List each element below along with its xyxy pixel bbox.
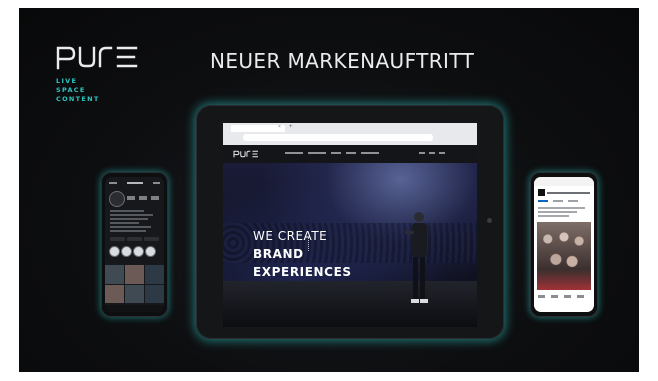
stat-following[interactable] <box>151 196 159 200</box>
post-grid <box>105 265 164 303</box>
tab-about[interactable] <box>553 200 563 202</box>
tablet-camera <box>487 218 492 223</box>
profile-avatar[interactable] <box>110 192 124 206</box>
profile-buttons <box>110 237 159 241</box>
profile-stats <box>127 196 159 200</box>
contact-button[interactable] <box>144 237 159 241</box>
comment-icon[interactable] <box>551 295 558 298</box>
story-highlight[interactable] <box>122 247 131 256</box>
post-thumb[interactable] <box>125 284 144 303</box>
follow-button[interactable] <box>110 237 125 241</box>
browser-tab[interactable] <box>231 125 285 132</box>
browser-chrome: × + <box>223 123 477 145</box>
nav-link[interactable] <box>361 152 379 154</box>
tab-jobs[interactable] <box>568 200 578 202</box>
stat-followers[interactable] <box>139 196 147 200</box>
hero-line-3: EXPERIENCES <box>253 265 352 279</box>
company-logo[interactable] <box>538 189 545 196</box>
website-logo[interactable] <box>233 150 259 158</box>
hero-line-2: BRAND <box>253 247 304 261</box>
story-highlight[interactable] <box>134 247 143 256</box>
menu-icon[interactable] <box>439 152 445 154</box>
stage-image <box>223 281 477 327</box>
nav-link[interactable] <box>308 152 326 154</box>
linkedin-screen <box>534 177 594 312</box>
story-highlights <box>110 247 155 256</box>
story-highlight[interactable] <box>146 247 155 256</box>
tagline-content: CONTENT <box>56 95 100 103</box>
tablet-mockup: × + WE CREATE BRAND EXPERIENCES <box>196 105 504 339</box>
post-thumb[interactable] <box>105 265 124 284</box>
stat-posts[interactable] <box>127 196 135 200</box>
message-button[interactable] <box>127 237 142 241</box>
hero-text: WE CREATE BRAND EXPERIENCES <box>253 229 352 279</box>
post-thumb[interactable] <box>125 265 144 284</box>
slide-headline: NEUER MARKENAUFTRITT <box>210 49 475 73</box>
website-nav-links <box>285 152 379 154</box>
instagram-screen <box>105 177 164 312</box>
post-header <box>538 189 590 196</box>
brand-tagline: LIVE SPACE CONTENT <box>56 77 100 104</box>
tab-posts[interactable] <box>538 200 548 202</box>
instagram-header <box>109 182 160 184</box>
phone-mockup-linkedin <box>530 172 598 317</box>
post-thumb[interactable] <box>145 265 164 284</box>
profile-bio <box>110 210 158 234</box>
new-tab-icon[interactable]: + <box>289 124 293 130</box>
presentation-slide: LIVE SPACE CONTENT NEUER MARKENAUFTRITT … <box>19 8 639 372</box>
nav-link[interactable] <box>285 152 303 154</box>
story-highlight[interactable] <box>110 247 119 256</box>
social-icon[interactable] <box>429 152 435 154</box>
company-name-placeholder <box>547 191 590 194</box>
website-nav <box>223 145 477 163</box>
close-tab-icon[interactable]: × <box>278 124 281 130</box>
send-icon[interactable] <box>577 295 584 298</box>
share-icon[interactable] <box>564 295 571 298</box>
tablet-screen: × + WE CREATE BRAND EXPERIENCES <box>223 123 477 327</box>
instagram-tab-bar <box>105 305 164 312</box>
like-icon[interactable] <box>538 295 545 298</box>
tagline-live: LIVE <box>56 77 78 85</box>
speaker-figure <box>405 212 428 303</box>
nav-link[interactable] <box>346 152 356 154</box>
post-thumb[interactable] <box>145 284 164 303</box>
pure-logo-mark <box>56 46 138 70</box>
website-nav-right <box>419 152 445 154</box>
feed-tabs <box>538 200 578 202</box>
phone-mockup-instagram <box>101 172 168 317</box>
post-thumb[interactable] <box>105 284 124 303</box>
url-bar[interactable] <box>243 134 433 141</box>
nav-link[interactable] <box>331 152 341 154</box>
tagline-space: SPACE <box>56 86 86 94</box>
hero-line-1: WE CREATE <box>253 229 328 243</box>
post-actions <box>538 295 584 298</box>
post-text <box>538 207 590 219</box>
language-switch[interactable] <box>419 152 425 154</box>
pure-logo <box>56 44 138 74</box>
status-bar <box>534 177 594 186</box>
website-hero: WE CREATE BRAND EXPERIENCES <box>223 163 477 327</box>
team-photo[interactable] <box>537 222 591 290</box>
scroll-indicator <box>308 237 311 251</box>
